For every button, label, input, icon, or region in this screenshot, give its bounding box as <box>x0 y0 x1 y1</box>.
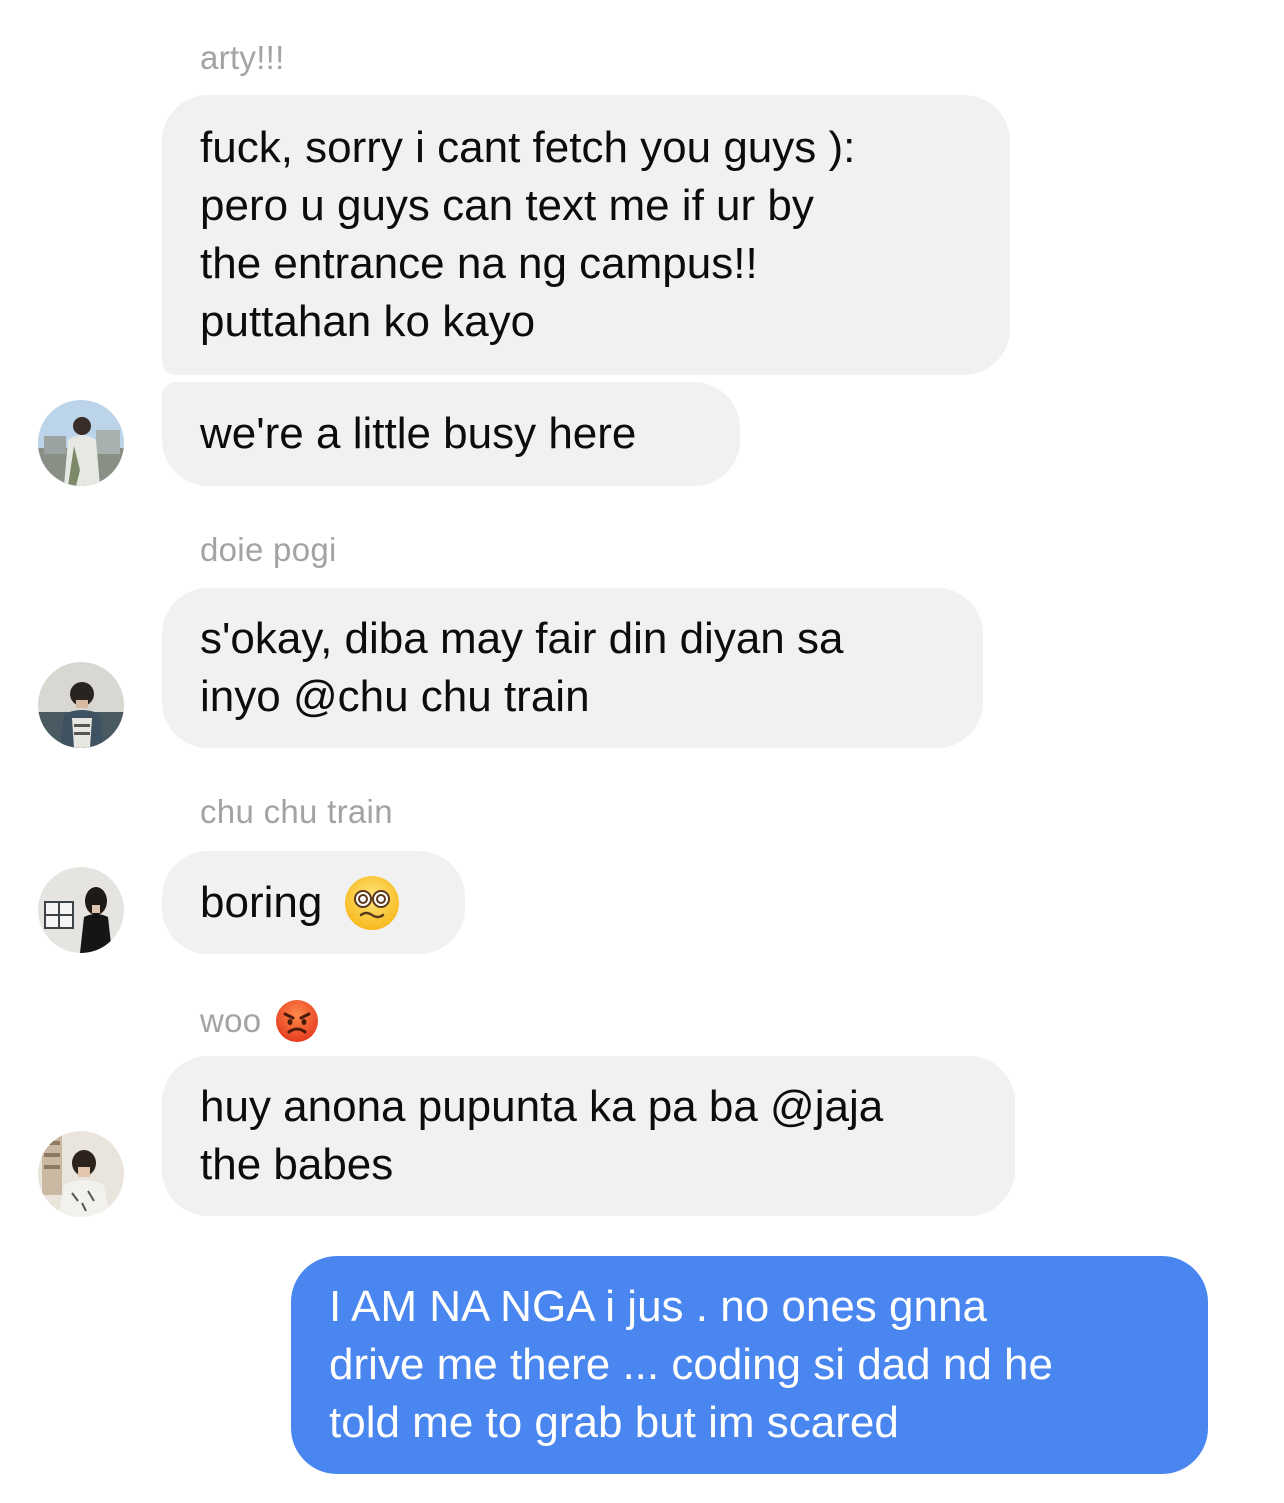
sender-name-woo: woo <box>200 999 319 1043</box>
outgoing-message-text: I AM NA NGA i jus . no ones gnna drive m… <box>329 1282 1053 1447</box>
face-with-spiral-eyes-icon <box>344 875 400 931</box>
avatar-arty[interactable] <box>38 400 124 486</box>
message-bubble[interactable]: s'okay, diba may fair din diyan sa inyo … <box>162 588 983 748</box>
message-text: huy anona pupunta ka pa ba @jaja the bab… <box>200 1082 884 1189</box>
message-bubble[interactable]: huy anona pupunta ka pa ba @jaja the bab… <box>162 1056 1015 1216</box>
message-bubble[interactable]: boring <box>162 851 465 954</box>
message-bubble[interactable]: fuck, sorry i cant fetch you guys ): per… <box>162 95 1010 375</box>
angry-face-icon <box>275 999 319 1043</box>
sender-name-arty: arty!!! <box>200 39 285 76</box>
sender-name-chu-chu-train: chu chu train <box>200 793 393 830</box>
avatar-chu-chu-train[interactable] <box>38 867 124 953</box>
message-bubble[interactable]: we're a little busy here <box>162 382 740 486</box>
sender-name-doie-pogi: doie pogi <box>200 531 337 568</box>
outgoing-message-bubble[interactable]: I AM NA NGA i jus . no ones gnna drive m… <box>291 1256 1208 1474</box>
message-text: s'okay, diba may fair din diyan sa inyo … <box>200 614 844 721</box>
message-text: boring <box>200 877 323 927</box>
message-text: fuck, sorry i cant fetch you guys ): per… <box>200 123 856 346</box>
message-text: we're a little busy here <box>200 409 637 458</box>
avatar-doie-pogi[interactable] <box>38 662 124 748</box>
avatar-woo[interactable] <box>38 1131 124 1217</box>
